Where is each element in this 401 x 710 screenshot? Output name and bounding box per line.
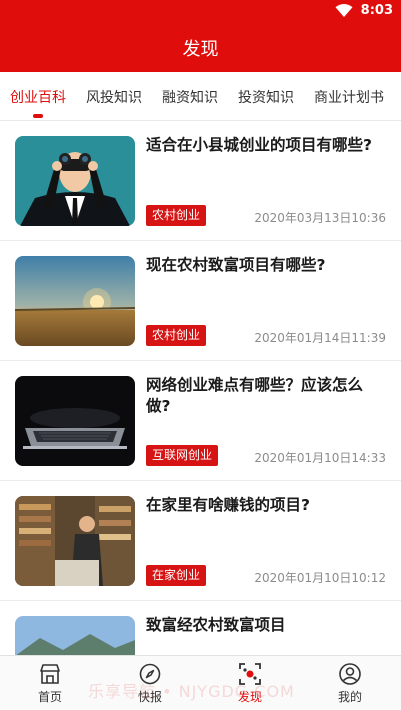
user-icon [339, 663, 361, 685]
status-bar: 8:03 [0, 0, 401, 24]
nav-label: 快报 [137, 690, 162, 704]
nav-profile[interactable]: 我的 [310, 656, 390, 710]
article-date: 2020年03月13日10:36 [254, 211, 386, 225]
bookstore-image [15, 496, 135, 586]
article-item[interactable]: 网络创业难点有哪些？应该怎么做? 互联网创业 2020年01月10日14:33 [0, 361, 401, 481]
nav-label: 首页 [37, 690, 62, 704]
article-date: 2020年01月10日10:12 [254, 571, 386, 585]
page-title: 发现 [182, 39, 219, 60]
article-thumbnail [15, 496, 135, 586]
article-tag: 农村创业 [146, 205, 207, 226]
compass-icon [139, 663, 161, 685]
article-list: 适合在小县城创业的项目有哪些? 农村创业 2020年03月13日10:36 现在… [0, 121, 401, 655]
nav-label: 发现 [237, 690, 262, 704]
article-date: 2020年01月10日14:33 [254, 451, 386, 465]
nav-home[interactable]: 首页 [10, 656, 90, 710]
nav-label: 我的 [337, 690, 362, 704]
article-item[interactable]: 适合在小县城创业的项目有哪些? 农村创业 2020年03月13日10:36 [0, 121, 401, 241]
article-title: 适合在小县城创业的项目有哪些? [146, 136, 372, 154]
shop-icon [40, 664, 60, 684]
article-date: 2020年01月14日11:39 [254, 331, 386, 345]
article-title: 网络创业难点有哪些？应该怎么做? [146, 376, 364, 415]
article-thumbnail [15, 616, 135, 655]
article-thumbnail [15, 256, 135, 346]
status-icons: 8:03 [335, 3, 393, 18]
laptop-dark-image [15, 376, 135, 466]
tab-fengtou-zhishi[interactable]: 风投知识 [86, 87, 142, 107]
wifi-icon [335, 3, 353, 17]
article-thumbnail [15, 136, 135, 226]
tab-rongzi-zhishi[interactable]: 融资知识 [162, 87, 218, 107]
article-title: 现在农村致富项目有哪些? [146, 256, 326, 274]
article-item[interactable]: 在家里有啥赚钱的项目? 在家创业 2020年01月10日10:12 [0, 481, 401, 601]
tab-touzi-zhishi[interactable]: 投资知识 [238, 87, 294, 107]
discover-icon [239, 663, 261, 685]
tab-chuangye-baike[interactable]: 创业百科 [10, 87, 66, 107]
businessman-binoculars-image [15, 136, 135, 226]
nav-discover[interactable]: 发现 [210, 656, 290, 710]
category-tabs: 创业百科 风投知识 融资知识 投资知识 商业计划书 [0, 72, 401, 121]
article-item[interactable]: 现在农村致富项目有哪些? 农村创业 2020年01月14日11:39 [0, 241, 401, 361]
mountain-village-image [15, 616, 135, 655]
article-tag: 互联网创业 [146, 445, 219, 466]
nav-news[interactable]: 快报 [110, 656, 190, 710]
article-thumbnail [15, 376, 135, 466]
tab-shangye-jihuashu[interactable]: 商业计划书 [314, 87, 384, 107]
status-time: 8:03 [360, 3, 393, 18]
title-bar: 发现 [0, 24, 401, 72]
article-title: 在家里有啥赚钱的项目? [146, 496, 310, 514]
tab-indicator [33, 114, 43, 118]
article-item[interactable]: 致富经农村致富项目 [0, 601, 401, 655]
field-sunset-image [15, 256, 135, 346]
article-tag: 农村创业 [146, 325, 207, 346]
bottom-nav: 首页 快报 发现 我的 [0, 655, 401, 710]
article-tag: 在家创业 [146, 565, 207, 586]
article-title: 致富经农村致富项目 [146, 616, 286, 634]
